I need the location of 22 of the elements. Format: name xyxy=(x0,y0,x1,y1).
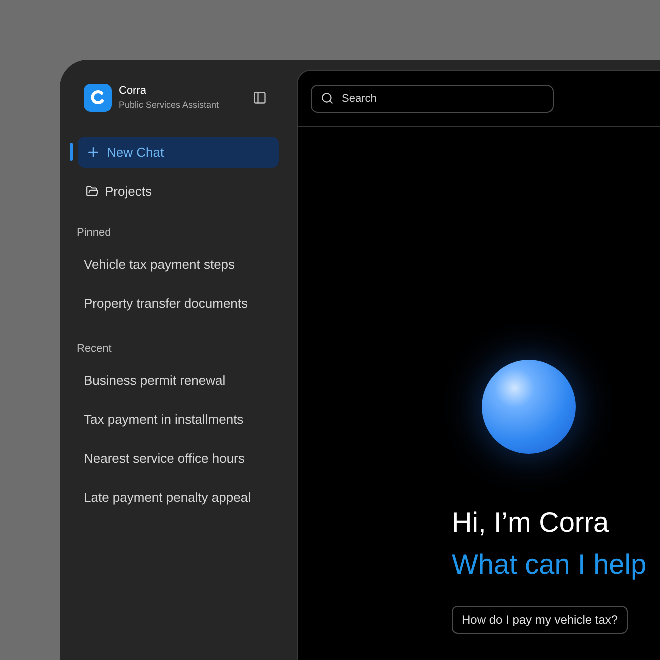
active-indicator xyxy=(70,143,73,161)
app-name: Corra xyxy=(119,84,148,98)
plus-icon xyxy=(86,145,101,160)
chat-item[interactable]: Late payment penalty appeal xyxy=(78,478,279,517)
nav-item[interactable]: New Chat xyxy=(78,137,279,168)
chat-item[interactable]: Property transfer documents xyxy=(78,284,279,323)
greeting-title: Hi, I’m Corra xyxy=(452,506,610,540)
chat-item[interactable]: Tax payment in installments xyxy=(78,400,279,439)
search-icon xyxy=(321,92,334,104)
suggestion-chip[interactable]: How do I pay my vehicle tax? xyxy=(452,606,628,634)
chat-item[interactable]: Nearest service office hours xyxy=(78,439,279,478)
chat-item[interactable]: Business permit renewal xyxy=(78,361,279,400)
logo-icon xyxy=(84,84,112,112)
section-label: Pinned xyxy=(76,226,112,241)
section-label: Recent xyxy=(76,342,113,357)
app-subtitle: Public Services Assistant xyxy=(119,99,220,112)
nav-item[interactable]: Projects xyxy=(78,176,279,207)
sidebar-toggle-icon[interactable] xyxy=(253,91,267,105)
chat-item[interactable]: Vehicle tax payment steps xyxy=(78,245,279,284)
folder-icon xyxy=(86,185,99,198)
greeting-subtitle: What can I help xyxy=(452,548,648,582)
search-field[interactable]: Search xyxy=(311,84,554,112)
